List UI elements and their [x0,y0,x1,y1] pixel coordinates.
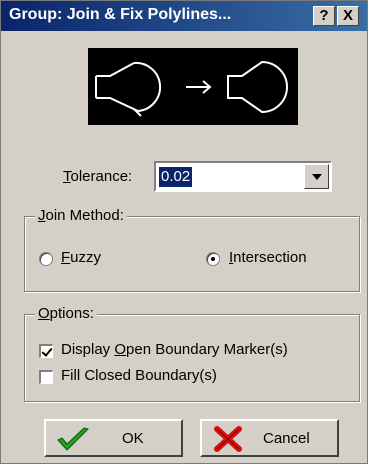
fill-closed-boundary-checkbox[interactable] [39,370,53,384]
cancel-button[interactable]: Cancel [200,419,339,457]
checkmark-icon [41,345,53,357]
help-button[interactable]: ? [313,6,335,26]
tolerance-dropdown-button[interactable] [304,164,329,189]
chevron-down-icon [312,174,322,180]
display-open-boundary-label[interactable]: Display Open Boundary Marker(s) [61,341,288,358]
checkmark-icon [57,427,89,451]
tolerance-combobox[interactable]: 0.02 [154,161,332,192]
intersection-radio[interactable] [206,252,220,266]
ok-button-label: OK [122,430,144,447]
radio-selected-dot [211,257,215,261]
tolerance-value[interactable]: 0.02 [159,167,193,187]
tolerance-label: Tolerance: [63,168,133,185]
ok-button[interactable]: OK [44,419,183,457]
options-group: Options: [24,305,360,402]
intersection-label[interactable]: Intersection [229,249,307,266]
cancel-button-label: Cancel [263,430,310,447]
close-button[interactable]: X [337,6,359,26]
display-open-boundary-checkbox[interactable] [39,344,53,358]
fuzzy-label[interactable]: Fuzzy [61,249,101,266]
cross-icon [214,426,242,452]
join-method-legend: Join Method: [35,207,127,224]
fuzzy-radio[interactable] [39,252,53,266]
window-title: Group: Join & Fix Polylines... [9,6,232,23]
fill-closed-boundary-label[interactable]: Fill Closed Boundary(s) [61,367,217,384]
join-preview-image [88,48,298,125]
dialog-window: Group: Join & Fix Polylines... ? X Toler… [0,0,368,464]
title-bar[interactable]: Group: Join & Fix Polylines... ? X [1,1,367,31]
options-legend: Options: [35,305,97,322]
